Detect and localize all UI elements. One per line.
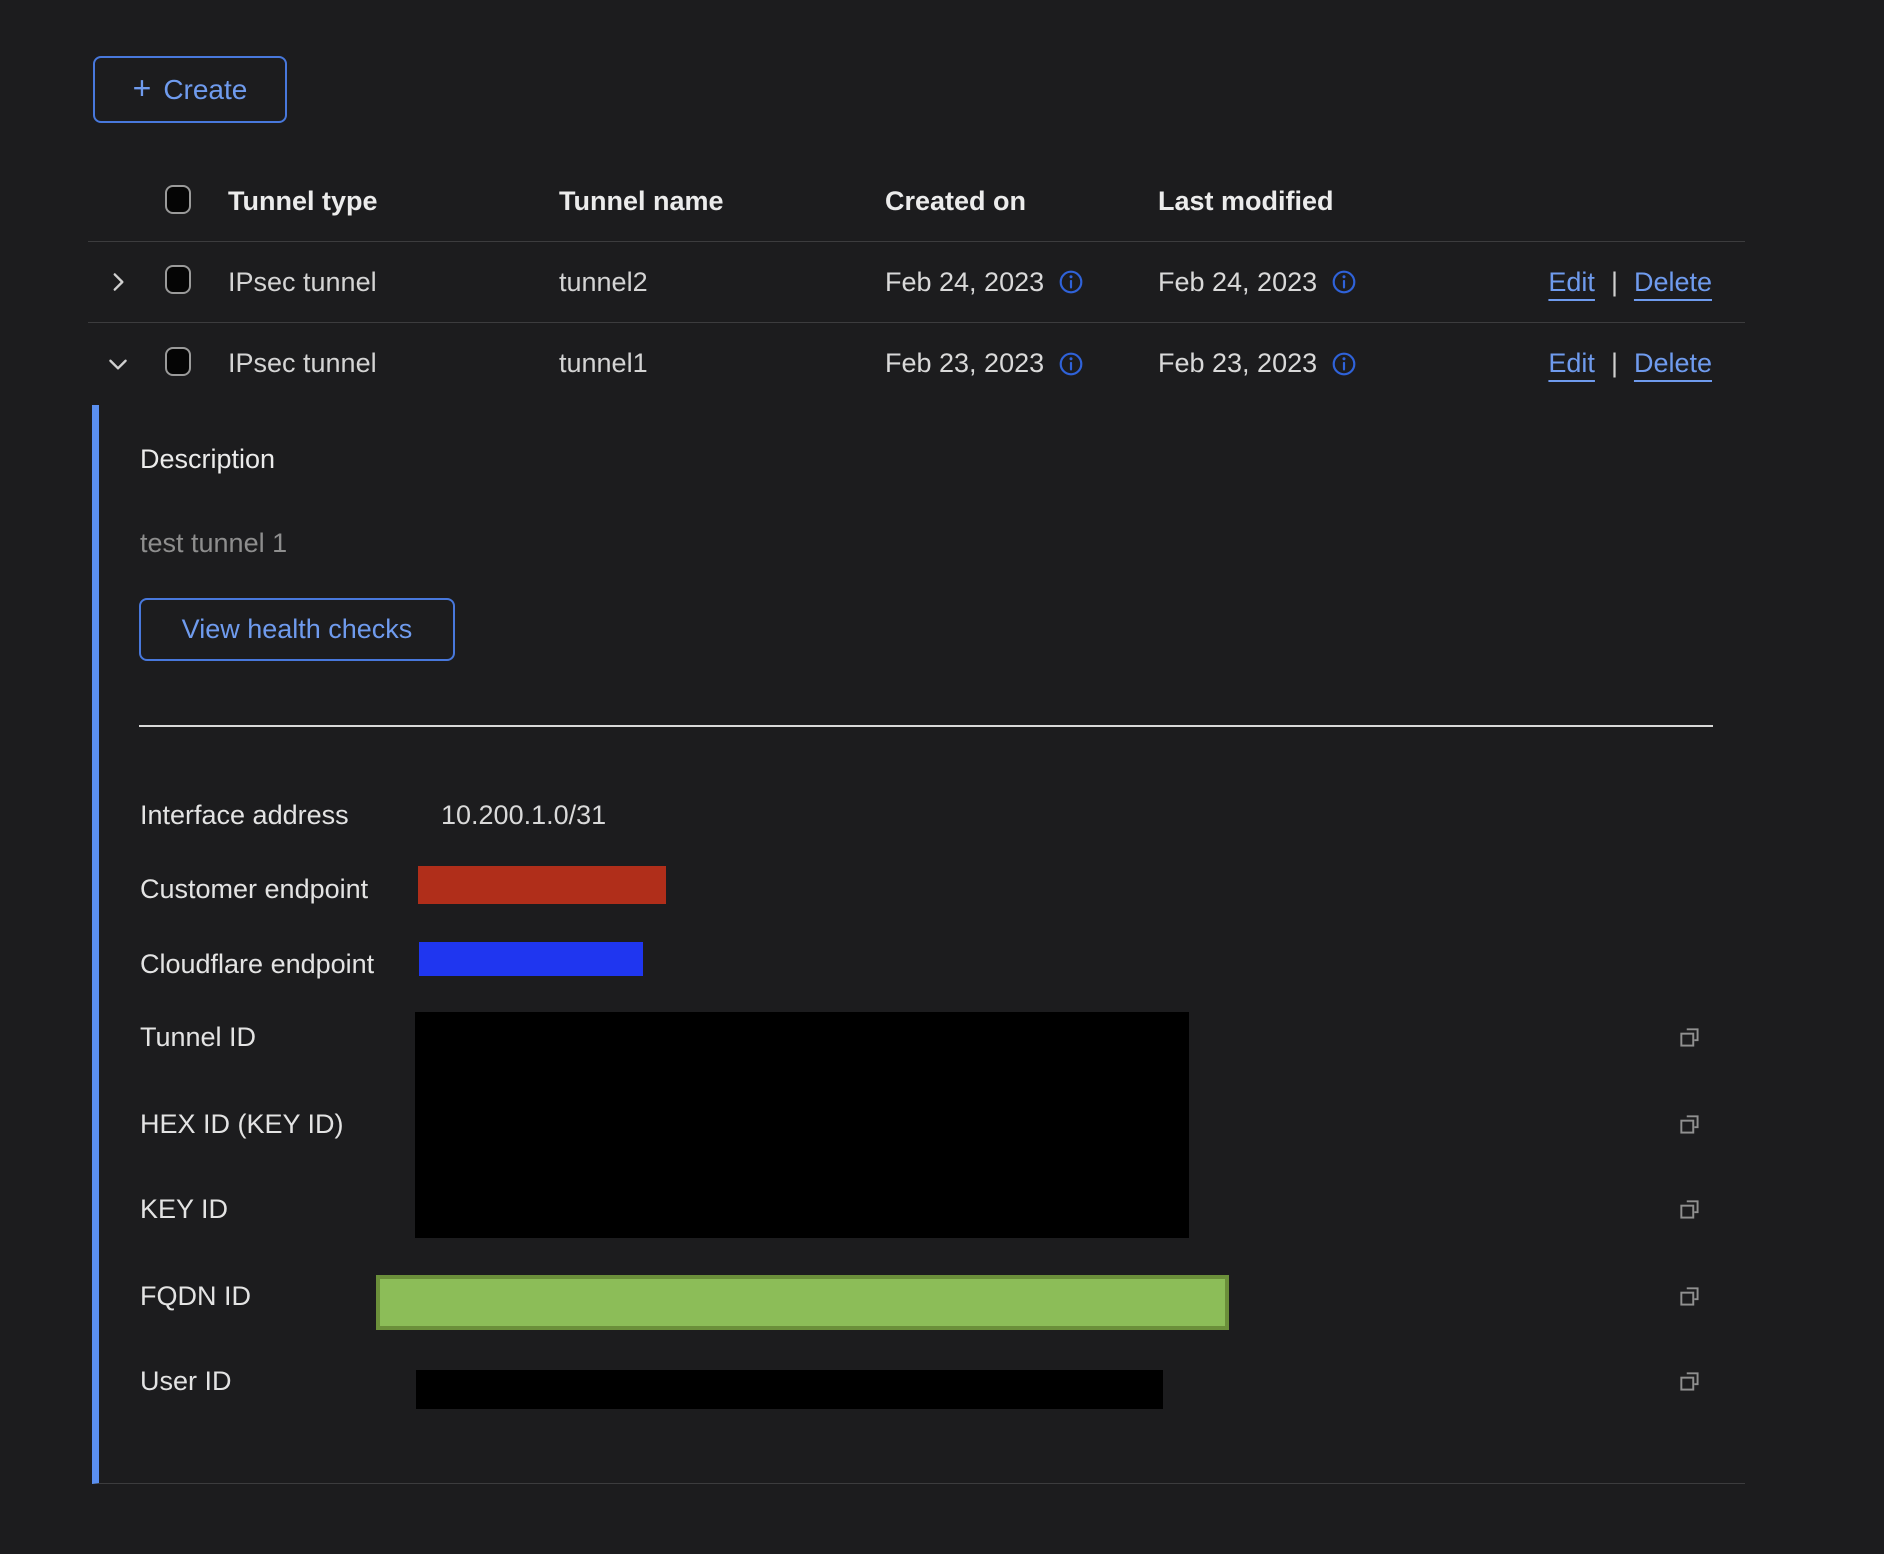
expanded-tunnel-panel: Description test tunnel 1 View health ch… — [92, 405, 1745, 1484]
info-icon[interactable] — [1331, 351, 1357, 377]
separator: | — [1611, 267, 1618, 298]
table-row: IPsec tunnel tunnel2 Feb 24, 2023 Feb 24… — [88, 242, 1745, 323]
interface-address-value: 10.200.1.0/31 — [441, 800, 606, 831]
edit-link[interactable]: Edit — [1548, 348, 1595, 379]
create-button-label: Create — [163, 74, 247, 106]
expand-row-button[interactable] — [105, 269, 138, 295]
table-row: IPsec tunnel tunnel1 Feb 23, 2023 Feb 23… — [88, 323, 1745, 404]
chevron-down-icon — [105, 351, 131, 377]
user-id-label: User ID — [140, 1366, 232, 1397]
key-id-label: KEY ID — [140, 1194, 228, 1225]
tunnels-table: Tunnel type Tunnel name Created on Last … — [88, 162, 1745, 404]
customer-endpoint-label: Customer endpoint — [140, 874, 368, 905]
info-icon[interactable] — [1331, 269, 1357, 295]
description-value: test tunnel 1 — [140, 528, 287, 559]
description-label: Description — [140, 444, 275, 475]
tunnel-name-cell: tunnel1 — [546, 348, 872, 379]
copy-icon — [1677, 1025, 1703, 1051]
delete-link[interactable]: Delete — [1634, 267, 1712, 298]
cloudflare-endpoint-label: Cloudflare endpoint — [140, 949, 374, 980]
copy-icon — [1677, 1197, 1703, 1223]
row-checkbox[interactable] — [165, 265, 191, 294]
column-header-tunnel-type: Tunnel type — [215, 186, 546, 217]
tunnel-id-label: Tunnel ID — [140, 1022, 256, 1053]
copy-icon — [1677, 1112, 1703, 1138]
copy-fqdn-id-button[interactable] — [1677, 1284, 1703, 1310]
section-divider — [139, 725, 1713, 727]
tunnel-name-cell: tunnel2 — [546, 267, 872, 298]
chevron-right-icon — [105, 269, 131, 295]
cloudflare-endpoint-redacted-value — [419, 942, 643, 976]
separator: | — [1611, 348, 1618, 379]
copy-user-id-button[interactable] — [1677, 1369, 1703, 1395]
copy-icon — [1677, 1284, 1703, 1310]
tunnels-page: + Create Tunnel type Tunnel name Created… — [0, 0, 1884, 1554]
tunnel-type-cell: IPsec tunnel — [215, 348, 546, 379]
last-modified-cell: Feb 23, 2023 — [1158, 348, 1317, 379]
collapse-row-button[interactable] — [105, 351, 138, 377]
edit-link[interactable]: Edit — [1548, 267, 1595, 298]
column-header-tunnel-name: Tunnel name — [546, 186, 872, 217]
hex-id-label: HEX ID (KEY ID) — [140, 1109, 344, 1140]
view-health-checks-button[interactable]: View health checks — [139, 598, 455, 661]
user-id-redacted-value — [416, 1370, 1163, 1409]
copy-icon — [1677, 1369, 1703, 1395]
info-icon[interactable] — [1058, 351, 1084, 377]
created-on-cell: Feb 23, 2023 — [885, 348, 1044, 379]
tunnel-type-cell: IPsec tunnel — [215, 267, 546, 298]
plus-icon: + — [133, 72, 152, 104]
select-all-checkbox[interactable] — [165, 185, 191, 214]
copy-tunnel-id-button[interactable] — [1677, 1025, 1703, 1051]
row-checkbox[interactable] — [165, 347, 191, 376]
created-on-cell: Feb 24, 2023 — [885, 267, 1044, 298]
interface-address-label: Interface address — [140, 800, 349, 831]
info-icon[interactable] — [1058, 269, 1084, 295]
copy-key-id-button[interactable] — [1677, 1197, 1703, 1223]
copy-hex-id-button[interactable] — [1677, 1112, 1703, 1138]
create-button[interactable]: + Create — [93, 56, 287, 123]
last-modified-cell: Feb 24, 2023 — [1158, 267, 1317, 298]
column-header-last-modified: Last modified — [1145, 186, 1418, 217]
customer-endpoint-redacted-value — [418, 866, 666, 904]
ids-redacted-value-block — [415, 1012, 1189, 1238]
table-header-row: Tunnel type Tunnel name Created on Last … — [88, 162, 1745, 242]
fqdn-id-label: FQDN ID — [140, 1281, 251, 1312]
column-header-created-on: Created on — [872, 186, 1145, 217]
delete-link[interactable]: Delete — [1634, 348, 1712, 379]
fqdn-id-redacted-value — [376, 1275, 1229, 1330]
